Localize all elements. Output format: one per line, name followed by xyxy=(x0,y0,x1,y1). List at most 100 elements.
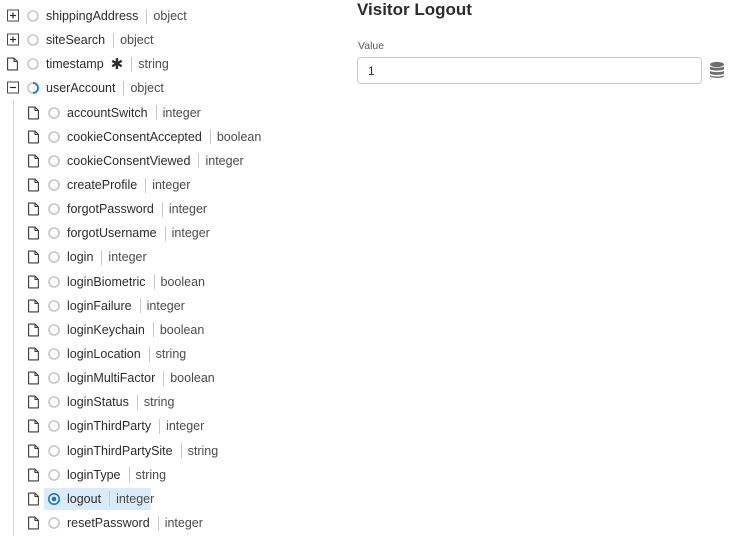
field-name: forgotUsername xyxy=(67,226,157,241)
field-type: string xyxy=(135,467,167,482)
tree-row-logout[interactable]: logout integer xyxy=(0,487,340,511)
tree-row-loginKeychain[interactable]: loginKeychain boolean xyxy=(0,318,340,342)
radio-icon[interactable] xyxy=(48,155,60,167)
field-type: integer xyxy=(162,105,201,120)
radio-icon[interactable] xyxy=(48,420,60,433)
field-label: loginKeychain boolean xyxy=(67,320,204,340)
field-type: integer xyxy=(168,202,208,217)
tree-row-createProfile[interactable]: createProfile integer xyxy=(0,173,340,197)
tree-row-login[interactable]: login integer xyxy=(0,245,340,269)
field-type: integer xyxy=(205,153,244,168)
type-separator xyxy=(123,80,125,96)
radio-icon[interactable] xyxy=(48,348,60,360)
radio-icon[interactable] xyxy=(48,324,60,336)
tree-row-userAccount[interactable]: userAccount object xyxy=(0,76,340,100)
tree-row-loginType[interactable]: loginType string xyxy=(0,463,340,487)
field-name: timestamp xyxy=(46,57,104,72)
radio-icon[interactable] xyxy=(48,372,60,384)
tree-row-loginThirdParty[interactable]: loginThirdParty integer xyxy=(0,414,340,438)
type-separator xyxy=(145,177,147,193)
radio-icon[interactable] xyxy=(27,58,39,71)
field-name: createProfile xyxy=(67,178,138,193)
type-separator xyxy=(209,129,211,145)
field-type: object xyxy=(120,33,154,48)
tree-row-loginFailure[interactable]: loginFailure integer xyxy=(0,294,340,318)
type-separator xyxy=(152,322,154,338)
tree-row-siteSearch[interactable]: siteSearch object xyxy=(0,28,340,52)
document-icon xyxy=(28,226,40,240)
tree-row-loginThirdPartySite[interactable]: loginThirdPartySite string xyxy=(0,439,340,463)
type-separator xyxy=(101,249,103,265)
document-icon xyxy=(28,492,40,506)
field-label: loginFailure integer xyxy=(67,296,185,316)
radio-icon[interactable] xyxy=(27,82,39,95)
type-separator xyxy=(163,370,165,386)
type-separator xyxy=(198,153,200,169)
tree-row-loginBiometric[interactable]: loginBiometric boolean xyxy=(0,270,340,294)
minus-square-icon[interactable] xyxy=(7,81,19,95)
field-label: accountSwitch integer xyxy=(67,103,201,123)
field-type: integer xyxy=(166,419,205,434)
radio-icon[interactable] xyxy=(48,106,60,119)
field-label: loginLocation string xyxy=(67,344,186,364)
radio-icon[interactable] xyxy=(48,203,60,215)
field-name: loginFailure xyxy=(67,298,132,313)
field-type: integer xyxy=(152,178,191,193)
type-separator xyxy=(180,443,182,459)
asterisk-icon: ✱ xyxy=(110,55,124,73)
field-type: string xyxy=(155,347,187,362)
field-type: boolean xyxy=(159,322,205,337)
radio-icon[interactable] xyxy=(27,10,39,22)
radio-icon[interactable] xyxy=(48,251,60,264)
field-type: integer xyxy=(146,298,185,313)
tree-row-cookieConsentViewed[interactable]: cookieConsentViewed integer xyxy=(0,149,340,173)
radio-icon[interactable] xyxy=(48,468,60,481)
tree-row-shippingAddress[interactable]: shippingAddress object xyxy=(0,4,340,28)
type-separator xyxy=(155,105,157,121)
radio-icon[interactable] xyxy=(48,396,60,409)
tree-row-loginStatus[interactable]: loginStatus string xyxy=(0,390,340,414)
radio-icon[interactable] xyxy=(48,227,60,240)
field-name: loginKeychain xyxy=(67,322,145,337)
field-type: object xyxy=(130,81,164,96)
field-label: loginBiometric boolean xyxy=(67,272,205,292)
field-label: forgotPassword integer xyxy=(67,199,207,219)
field-name: shippingAddress xyxy=(46,9,139,24)
type-separator xyxy=(136,394,138,410)
tree-row-timestamp[interactable]: timestamp ✱ string xyxy=(0,52,340,76)
radio-icon[interactable] xyxy=(48,492,60,505)
radio-icon[interactable] xyxy=(48,275,60,288)
field-label: loginThirdParty integer xyxy=(67,416,204,436)
field-label: timestamp ✱ string xyxy=(46,54,169,74)
value-input[interactable] xyxy=(357,57,702,84)
tree-row-loginLocation[interactable]: loginLocation string xyxy=(0,342,340,366)
database-icon[interactable] xyxy=(709,61,725,79)
field-type: string xyxy=(187,443,219,458)
field-label: shippingAddress object xyxy=(46,6,187,26)
plus-square-icon[interactable] xyxy=(7,9,19,23)
radio-icon[interactable] xyxy=(48,179,60,191)
radio-icon[interactable] xyxy=(48,299,60,312)
tree-row-cookieConsentAccepted[interactable]: cookieConsentAccepted boolean xyxy=(0,125,340,149)
radio-icon[interactable] xyxy=(27,34,39,47)
radio-icon[interactable] xyxy=(48,517,60,529)
plus-square-icon[interactable] xyxy=(7,33,19,47)
type-separator xyxy=(164,225,166,241)
field-label: createProfile integer xyxy=(67,175,190,195)
document-icon xyxy=(28,395,40,409)
radio-icon[interactable] xyxy=(48,130,60,143)
tree-row-accountSwitch[interactable]: accountSwitch integer xyxy=(0,101,340,125)
tree-row-loginMultiFactor[interactable]: loginMultiFactor boolean xyxy=(0,366,340,390)
type-separator xyxy=(109,491,111,507)
type-separator xyxy=(113,32,115,48)
field-name: resetPassword xyxy=(67,516,150,531)
field-label: resetPassword integer xyxy=(67,513,203,533)
tree-row-forgotUsername[interactable]: forgotUsername integer xyxy=(0,221,340,245)
type-separator xyxy=(146,8,148,24)
field-name: loginThirdPartySite xyxy=(67,443,173,458)
tree-row-forgotPassword[interactable]: forgotPassword integer xyxy=(0,197,340,221)
tree-row-resetPassword[interactable]: resetPassword integer xyxy=(0,511,340,535)
type-separator xyxy=(139,298,141,314)
radio-icon[interactable] xyxy=(48,444,60,457)
document-icon xyxy=(28,323,40,337)
